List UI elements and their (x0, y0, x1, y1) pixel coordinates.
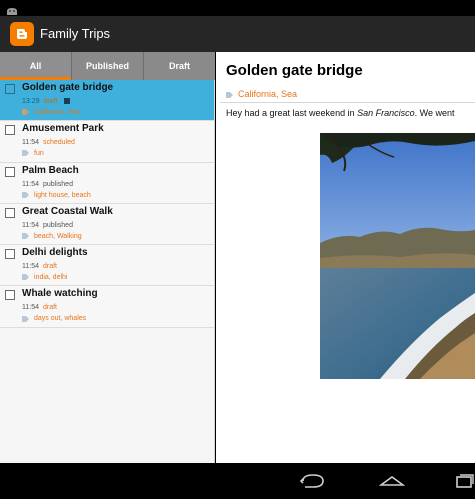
post-time: 13:29 (22, 98, 40, 105)
post-checkbox[interactable] (5, 84, 15, 94)
post-item[interactable]: Palm Beach 11:54 published light house, b… (0, 162, 214, 204)
post-tags: California, Sea (22, 109, 80, 116)
post-meta: 13:29 draft (22, 98, 70, 105)
tab-draft[interactable]: Draft (143, 52, 215, 80)
post-detail-pane: Golden gate bridge California, Sea Hey h… (216, 52, 475, 463)
status-bar (0, 0, 475, 16)
post-list: Golden gate bridge 13:29 draft California… (0, 80, 214, 328)
detail-tags-text[interactable]: California, Sea (238, 89, 297, 99)
detail-title: Golden gate bridge (226, 62, 363, 79)
post-time: 11:54 (22, 304, 39, 312)
post-meta: 11:54 published (22, 222, 73, 229)
back-icon[interactable] (299, 473, 326, 494)
post-tags-text: California, Sea (34, 109, 80, 116)
post-meta: 11:54 draft (22, 263, 57, 270)
post-status: published (43, 180, 73, 188)
post-list-pane: All Published Draft Golden gate bridge 1… (0, 52, 215, 463)
action-bar: Family Trips (0, 16, 475, 52)
post-item[interactable]: Whale watching 11:54 draft days out, whal… (0, 286, 214, 328)
post-tags: fun (22, 150, 44, 157)
android-icon (6, 3, 18, 15)
post-checkbox[interactable] (5, 290, 15, 301)
post-status: draft (43, 304, 58, 312)
blogger-logo-icon[interactable] (10, 22, 34, 46)
app-title: Family Trips (40, 26, 111, 41)
detail-tags: California, Sea (226, 89, 297, 99)
tag-icon (22, 315, 29, 322)
post-time: 11:54 (22, 139, 39, 147)
navigation-bar (0, 463, 475, 499)
post-status: published (43, 221, 73, 229)
post-tags-text: india, delhi (34, 274, 68, 282)
post-checkbox[interactable] (5, 166, 15, 177)
post-item[interactable]: Amusement Park 11:54 scheduled fun (0, 121, 214, 163)
detail-body: Hey had a great last weekend in San Fran… (226, 108, 454, 118)
post-time: 11:54 (22, 221, 39, 229)
tag-icon (226, 91, 233, 98)
tag-icon (22, 191, 29, 198)
post-title: Golden gate bridge (22, 82, 114, 93)
post-title: Delhi delights (22, 247, 88, 259)
post-tags-text: beach, Walking (34, 232, 82, 240)
divider (220, 102, 475, 103)
post-status: scheduled (43, 139, 75, 147)
post-status: draft (43, 98, 58, 105)
post-tags: india, delhi (22, 274, 67, 281)
post-tags-text: light house, beach (34, 191, 91, 199)
tag-icon (22, 274, 29, 281)
tag-icon (22, 109, 29, 116)
post-tags-text: fun (34, 150, 44, 158)
post-status: draft (43, 263, 58, 271)
home-icon[interactable] (378, 473, 406, 494)
post-checkbox[interactable] (5, 207, 15, 218)
recent-apps-icon[interactable] (455, 473, 475, 494)
post-meta: 11:54 draft (22, 304, 57, 311)
post-title: Whale watching (22, 288, 98, 300)
note-icon (63, 98, 70, 105)
post-photo (320, 133, 475, 379)
detail-body-text-end: . We went (414, 108, 455, 118)
tab-all[interactable]: All (0, 52, 71, 80)
post-title: Palm Beach (22, 164, 79, 176)
tag-icon (22, 150, 29, 157)
post-tags: days out, whales (22, 315, 86, 322)
post-item[interactable]: Golden gate bridge 13:29 draft California… (0, 80, 214, 122)
post-time: 11:54 (22, 263, 39, 271)
post-item[interactable]: Great Coastal Walk 11:54 published beach,… (0, 203, 214, 246)
post-time: 11:54 (22, 180, 39, 188)
post-checkbox[interactable] (5, 125, 15, 136)
tab-bar: All Published Draft (0, 52, 215, 80)
detail-body-text: Hey had a great last weekend in (226, 108, 358, 118)
post-item[interactable]: Delhi delights 11:54 draft india, delhi (0, 245, 214, 287)
tab-published[interactable]: Published (71, 52, 143, 80)
post-meta: 11:54 scheduled (22, 139, 75, 146)
post-tags: light house, beach (22, 192, 91, 199)
post-checkbox[interactable] (5, 249, 15, 260)
post-tags-text: days out, whales (34, 315, 87, 323)
post-title: Amusement Park (22, 123, 104, 135)
post-meta: 11:54 published (22, 181, 73, 188)
post-tags: beach, Walking (22, 233, 82, 240)
post-title: Great Coastal Walk (22, 205, 113, 217)
detail-body-emphasis: San Francisco (357, 108, 415, 118)
tag-icon (22, 233, 29, 240)
